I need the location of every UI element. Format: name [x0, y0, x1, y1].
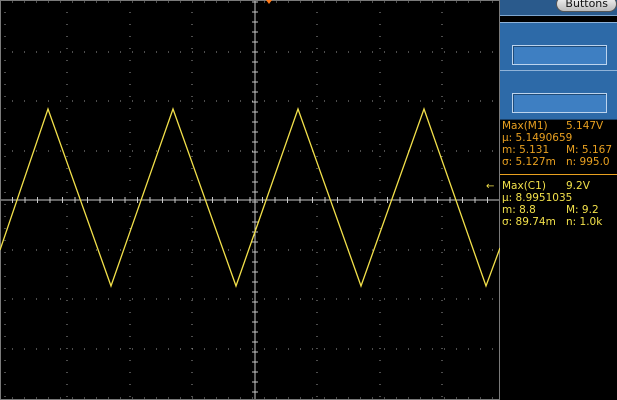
- measurement-max-c1[interactable]: Max(C1) 9.2V μ: 8.9951035 m: 8.8 M: 9.2 …: [500, 180, 617, 232]
- measurement-count: n: 1.0k: [566, 216, 603, 228]
- measurement-side-panel: Buttons Max(M1) 5.147V μ: 5.1490659 m: 5…: [500, 0, 617, 400]
- trigger-position-marker[interactable]: [263, 0, 275, 4]
- measurement-count: n: 995.0: [566, 156, 610, 168]
- measurement-max: M: 9.2: [566, 204, 599, 216]
- measurement-min: m: 5.131: [502, 144, 550, 156]
- measurement-divider: [500, 174, 617, 175]
- measurement-label: Max(C1): [502, 180, 546, 192]
- oscilloscope-screen: ← Buttons Max(M1) 5.147V μ: 5.1490659 m:…: [0, 0, 617, 400]
- measurement-max-m1[interactable]: Max(M1) 5.147V μ: 5.1490659 m: 5.131 M: …: [500, 120, 617, 174]
- panel-header: Buttons: [500, 0, 617, 16]
- control-box-1[interactable]: [500, 22, 617, 72]
- measurement-label: Max(M1): [502, 120, 548, 132]
- buttons-tab[interactable]: Buttons: [556, 0, 617, 12]
- measurement-mean: μ: 5.1490659: [502, 132, 573, 144]
- graticule-grid: [0, 0, 500, 400]
- waveform-display: [0, 0, 500, 400]
- measurement-min: m: 8.8: [502, 204, 536, 216]
- channel-1-level-marker[interactable]: ←: [486, 181, 494, 193]
- measurement-max: M: 5.167: [566, 144, 612, 156]
- control-box-2[interactable]: [500, 70, 617, 120]
- measurement-value: 5.147V: [566, 120, 604, 132]
- control-field-2[interactable]: [512, 93, 607, 113]
- measurement-mean: μ: 8.9951035: [502, 192, 573, 204]
- control-field-1[interactable]: [512, 45, 607, 65]
- measurement-sigma: σ: 5.127m: [502, 156, 556, 168]
- measurement-value: 9.2V: [566, 180, 590, 192]
- measurement-sigma: σ: 89.74m: [502, 216, 556, 228]
